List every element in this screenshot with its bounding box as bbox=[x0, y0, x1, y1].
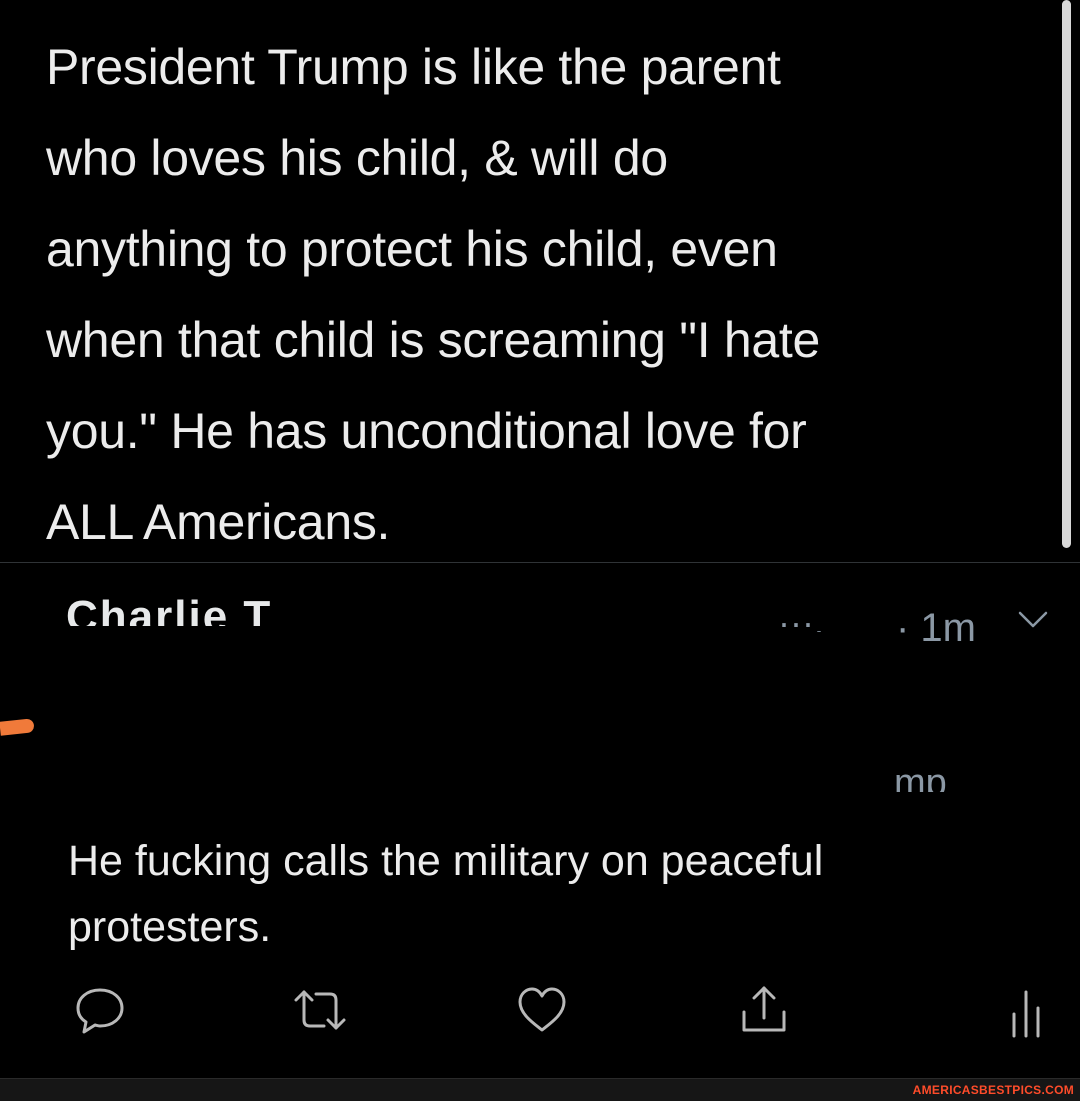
reply-text-line: protesters. bbox=[68, 903, 272, 951]
main-tweet-text: President Trump is like the parent who l… bbox=[46, 22, 1036, 568]
analytics-icon[interactable] bbox=[1000, 980, 1060, 1040]
replying-to-handle[interactable]: mp bbox=[894, 762, 947, 792]
chevron-down-icon[interactable] bbox=[1018, 610, 1048, 630]
tweet-text-line: President Trump is like the parent bbox=[46, 39, 781, 95]
reply-timestamp[interactable]: · 1m bbox=[896, 606, 976, 651]
watermark: AMERICASBESTPICS.COM bbox=[912, 1083, 1074, 1097]
tweet-text-line: who loves his child, & will do bbox=[46, 130, 668, 186]
tweet-text-line: ALL Americans. bbox=[46, 494, 391, 550]
tweet-text-line: when that child is screaming "I hate bbox=[46, 312, 821, 368]
like-icon[interactable] bbox=[512, 980, 572, 1040]
reply-text-line: He fucking calls the military on peacefu… bbox=[68, 837, 824, 885]
tweet-text-line: anything to protect his child, even bbox=[46, 221, 778, 277]
share-icon[interactable] bbox=[734, 980, 794, 1040]
tweet-text-line: you." He has unconditional love for bbox=[46, 403, 807, 459]
reply-text: He fucking calls the military on peacefu… bbox=[68, 828, 1028, 960]
reply-icon[interactable] bbox=[70, 980, 130, 1040]
reply-header: Charlie T ···. · 1m bbox=[0, 586, 1080, 676]
reply-author-handle[interactable]: ···. bbox=[778, 602, 824, 632]
watermark-bar: AMERICASBESTPICS.COM bbox=[0, 1078, 1080, 1101]
scrollbar[interactable] bbox=[1062, 0, 1071, 548]
tweet-actions bbox=[0, 980, 1080, 1040]
reply-author-name[interactable]: Charlie T bbox=[66, 592, 272, 626]
avatar[interactable] bbox=[0, 718, 35, 736]
retweet-icon[interactable] bbox=[290, 980, 350, 1040]
divider bbox=[0, 562, 1080, 563]
